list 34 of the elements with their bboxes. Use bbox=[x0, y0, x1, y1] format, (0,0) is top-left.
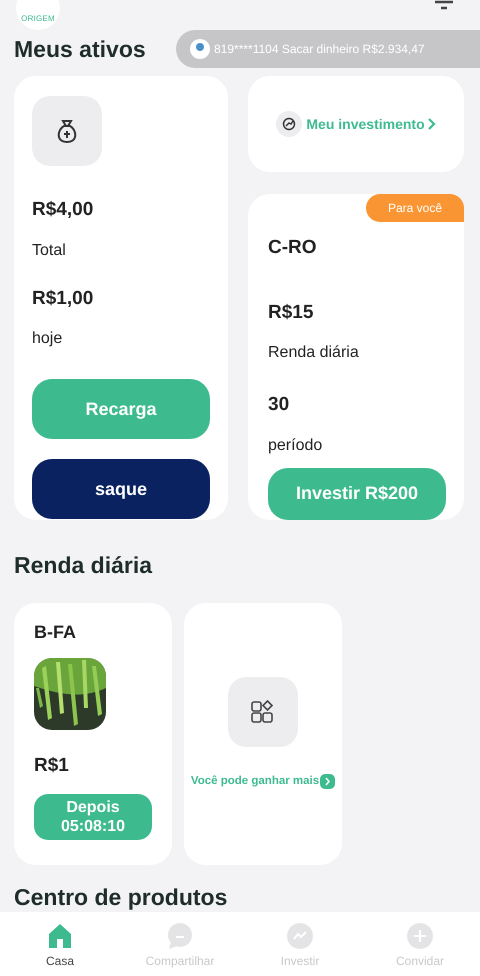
notification-toast: 819****1104 Sacar dinheiro R$2.934,47 bbox=[176, 30, 480, 68]
today-label: hoje bbox=[32, 329, 64, 349]
chevron-right-icon bbox=[428, 118, 436, 130]
product-price: R$1 bbox=[34, 754, 70, 778]
nav-tab[interactable]: Casa bbox=[0, 912, 120, 976]
my-investment-link[interactable]: Meu investimento bbox=[306, 114, 436, 134]
chart-icon bbox=[286, 922, 314, 950]
product-name: B-FA bbox=[34, 620, 77, 644]
money-bag-icon bbox=[32, 96, 102, 166]
chevron-right-icon bbox=[320, 774, 336, 789]
countdown-button[interactable]: Depois 05:08:10 bbox=[34, 794, 152, 840]
plus-icon bbox=[406, 922, 434, 950]
section-title: Centro de produtos bbox=[13, 882, 228, 910]
total-label: Total bbox=[32, 240, 67, 260]
logo-text: ORIGEM bbox=[21, 13, 55, 25]
daily-income-label: Renda diária bbox=[268, 343, 360, 363]
chart-circle-icon bbox=[276, 111, 302, 137]
withdraw-button[interactable]: saque bbox=[32, 459, 210, 519]
avatar-icon bbox=[190, 39, 210, 59]
for-you-badge: Para você bbox=[366, 194, 464, 222]
section-title: Meus ativos bbox=[14, 34, 147, 64]
period-label: período bbox=[268, 436, 324, 456]
section-title: Renda diária bbox=[13, 551, 154, 580]
today-value: R$1,00 bbox=[32, 286, 94, 310]
total-value: R$4,00 bbox=[32, 198, 94, 222]
chat-bubble-icon bbox=[166, 922, 194, 950]
product-name: C-RO bbox=[268, 236, 318, 260]
earn-more-link[interactable]: Você pode ganhar mais bbox=[190, 772, 336, 790]
daily-income-value: R$15 bbox=[268, 300, 314, 324]
home-icon bbox=[46, 922, 74, 950]
period-value: 30 bbox=[268, 393, 290, 417]
invest-button[interactable]: Investir R$200 bbox=[268, 468, 446, 520]
apps-icon bbox=[228, 676, 298, 746]
recharge-button[interactable]: Recarga bbox=[32, 379, 210, 439]
